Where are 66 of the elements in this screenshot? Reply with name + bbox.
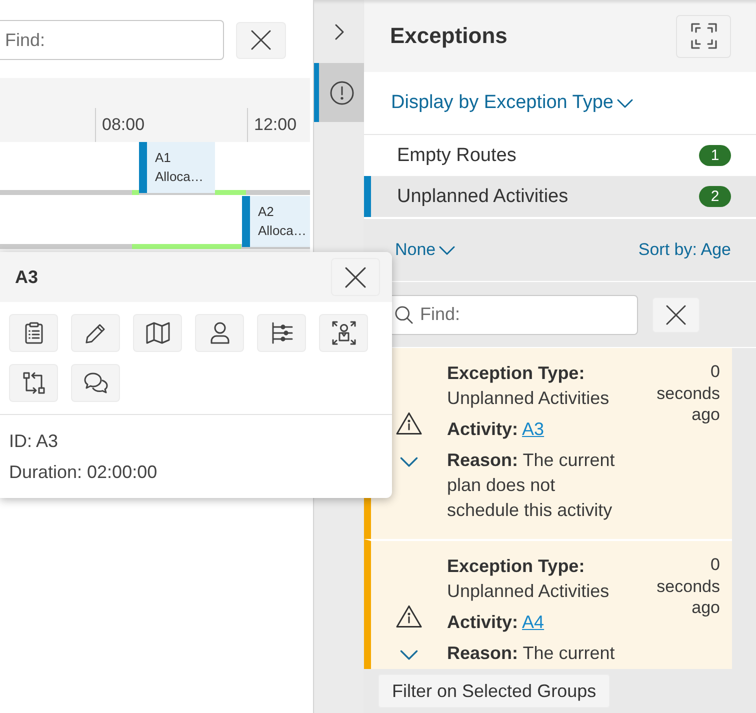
swap-arrows-icon <box>22 372 44 394</box>
age-text: 0 seconds ago <box>656 361 720 426</box>
reason-text: Reason: The current <box>447 642 615 665</box>
exception-type-text: Exception Type: Unplanned Activities <box>447 555 610 603</box>
activity-block[interactable]: A1 Alloca… <box>139 142 215 193</box>
activity-link[interactable]: A3 <box>522 419 544 439</box>
clear-button[interactable] <box>652 296 700 332</box>
display-by-dropdown[interactable]: Display by Exception Type <box>391 92 632 114</box>
chevron-down-icon <box>438 246 455 254</box>
sliders-icon <box>270 322 292 344</box>
chevron-down-icon <box>400 457 418 467</box>
chevron-down-icon <box>616 98 632 108</box>
expand-button[interactable] <box>676 14 731 58</box>
map-button[interactable] <box>133 314 182 352</box>
pencil-icon <box>85 322 106 344</box>
exception-group-item[interactable]: Empty Routes 1 <box>364 135 756 176</box>
chevron-down-icon <box>400 650 418 660</box>
activity-label: Alloca… <box>258 222 308 240</box>
activity-label: Activity: <box>447 612 518 632</box>
activity-label: Activity: <box>447 419 518 439</box>
person-frame-button[interactable] <box>319 314 368 352</box>
time-label: 08:00 <box>102 114 145 136</box>
clipboard-icon <box>24 322 42 344</box>
exception-type-text: Exception Type: Unplanned Activities <box>447 362 610 410</box>
comments-button[interactable] <box>71 364 120 402</box>
activity-label: Alloca… <box>155 168 204 186</box>
activity-id: A2 <box>258 203 275 221</box>
clear-button[interactable] <box>236 22 286 58</box>
activity-link[interactable]: A4 <box>522 612 544 632</box>
chevron-right-icon <box>334 24 344 40</box>
close-icon <box>345 266 366 288</box>
side-tab[interactable] <box>314 63 364 122</box>
search-icon <box>395 306 413 324</box>
filter-button[interactable]: Filter on Selected Groups <box>378 674 610 708</box>
close-icon <box>251 30 271 50</box>
person-frame-icon <box>332 321 356 345</box>
sort-by-button[interactable]: Sort by: Age <box>638 240 731 260</box>
travel-segment <box>215 190 246 195</box>
warning-icon <box>396 412 422 435</box>
search-field[interactable]: Find: <box>0 20 224 60</box>
count-badge: 2 <box>699 186 731 207</box>
group-by-dropdown[interactable]: None <box>395 240 455 260</box>
travel-segment <box>132 190 139 195</box>
sliders-button[interactable] <box>257 314 306 352</box>
edit-button[interactable] <box>71 314 120 352</box>
expand-icon <box>690 23 716 49</box>
swap-button[interactable] <box>9 364 58 402</box>
reason-text: Reason: The current plan does not schedule this activity <box>447 449 616 522</box>
activity-id: A1 <box>155 149 172 167</box>
popup-title: A3 <box>15 266 38 288</box>
time-label: 12:00 <box>254 114 297 136</box>
person-button[interactable] <box>195 314 244 352</box>
map-icon <box>146 322 170 344</box>
chat-bubbles-icon <box>84 372 108 394</box>
close-icon <box>666 304 686 324</box>
detail-text: ID: A3 <box>9 430 58 453</box>
person-icon <box>210 322 230 344</box>
warning-icon <box>396 605 422 628</box>
count-badge: 1 <box>699 145 731 166</box>
panel-title: Exceptions <box>390 23 508 49</box>
activity-block[interactable]: A2 Alloca… <box>242 196 310 247</box>
age-text: 0 seconds ago <box>656 554 720 618</box>
close-button[interactable] <box>331 258 380 296</box>
clipboard-button[interactable] <box>9 314 58 352</box>
alert-circle-icon <box>330 80 354 104</box>
detail-text: Duration: 02:00:00 <box>9 461 158 484</box>
